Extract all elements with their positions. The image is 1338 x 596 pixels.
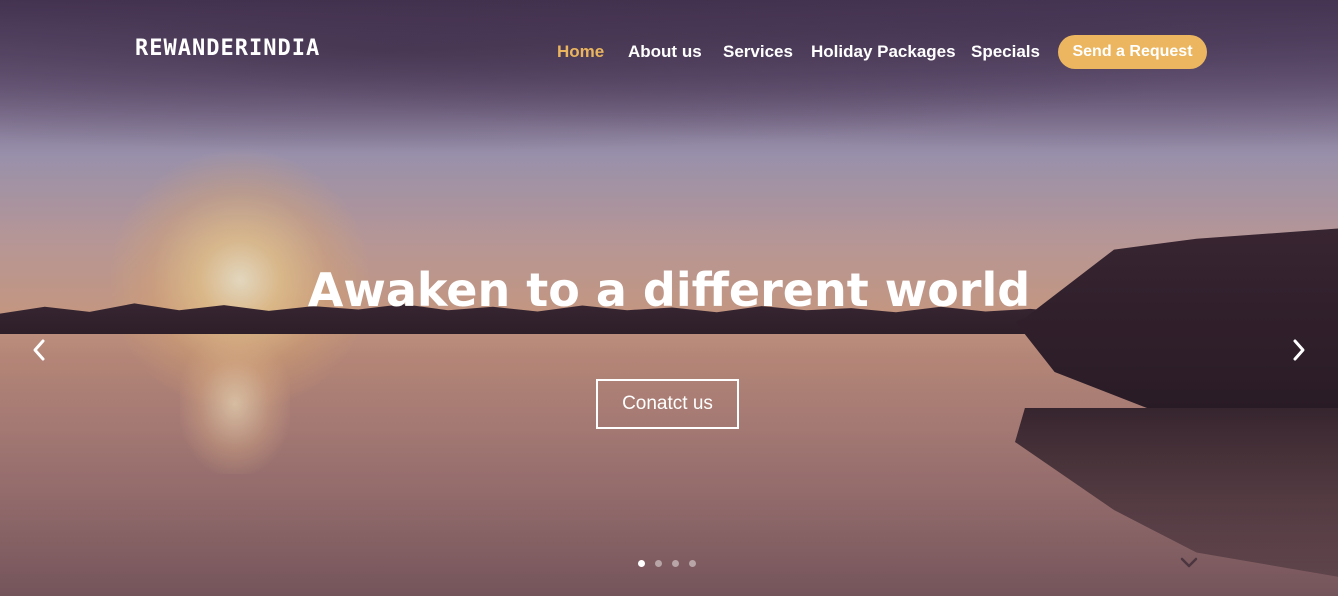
send-request-button[interactable]: Send a Request bbox=[1058, 35, 1207, 69]
carousel-prev-button[interactable] bbox=[28, 335, 50, 365]
carousel-dot-1[interactable] bbox=[638, 560, 645, 567]
hero-headline: Awaken to a different world bbox=[307, 263, 1031, 317]
carousel-dot-4[interactable] bbox=[689, 560, 696, 567]
scroll-down-button[interactable] bbox=[1178, 555, 1200, 569]
nav-item-home[interactable]: Home bbox=[557, 35, 604, 69]
chevron-left-icon bbox=[33, 339, 45, 361]
site-logo[interactable]: REWANDERINDIA bbox=[135, 36, 320, 61]
carousel-dot-2[interactable] bbox=[655, 560, 662, 567]
nav-item-services[interactable]: Services bbox=[723, 35, 793, 69]
nav-item-specials[interactable]: Specials bbox=[971, 35, 1040, 69]
carousel-dot-3[interactable] bbox=[672, 560, 679, 567]
contact-us-button[interactable]: Conatct us bbox=[596, 379, 739, 429]
chevron-right-icon bbox=[1293, 339, 1305, 361]
nav-item-holiday-packages[interactable]: Holiday Packages bbox=[811, 35, 956, 69]
carousel-next-button[interactable] bbox=[1288, 335, 1310, 365]
nav-item-about-us[interactable]: About us bbox=[628, 35, 702, 69]
chevron-down-icon bbox=[1180, 557, 1198, 568]
